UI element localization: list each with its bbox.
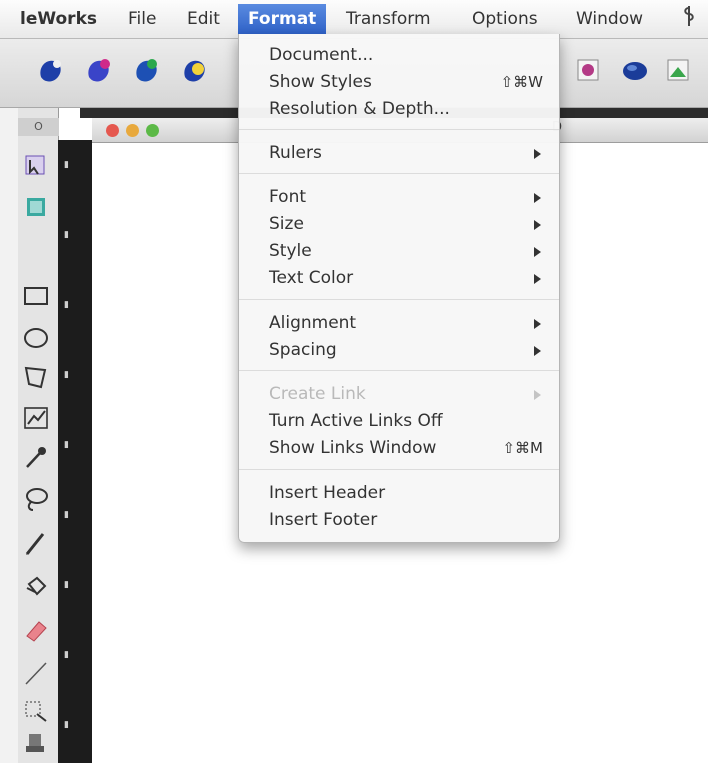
menu-item-size[interactable]: Size [239, 211, 559, 237]
menu-separator [239, 299, 559, 300]
stamp-icon[interactable] [21, 728, 51, 758]
submenu-arrow-icon [534, 319, 541, 329]
file-thumbnail[interactable]: ▮ [64, 230, 92, 246]
menu-item-document[interactable]: Document... [239, 42, 559, 68]
menu-options[interactable]: Options [472, 6, 538, 32]
line-icon[interactable] [21, 658, 51, 688]
select-icon[interactable] [21, 150, 51, 180]
menu-item-label: Insert Header [269, 483, 386, 503]
submenu-arrow-icon [534, 247, 541, 257]
oval-icon[interactable] [21, 322, 51, 352]
menu-item-label: Size [269, 214, 304, 234]
menu-item-text-color[interactable]: Text Color [239, 265, 559, 291]
menu-item-spacing[interactable]: Spacing [239, 337, 559, 363]
submenu-arrow-icon [534, 390, 541, 400]
rectangle-icon[interactable] [21, 280, 51, 310]
menu-item-label: Document... [269, 45, 374, 65]
tools-panel-header: O [18, 118, 59, 136]
pen-icon[interactable] [21, 528, 51, 558]
polygon-icon[interactable] [21, 362, 51, 392]
file-thumbnail[interactable]: ▮ [64, 580, 92, 596]
submenu-arrow-icon [534, 346, 541, 356]
menu-item-shortcut: ⇧⌘M [502, 439, 543, 457]
menu-item-rulers[interactable]: Rulers [239, 140, 559, 166]
menu-item-show-styles[interactable]: Show Styles ⇧⌘W [239, 69, 559, 95]
script-menu-icon[interactable] [680, 6, 698, 32]
menu-file[interactable]: File [128, 6, 156, 32]
paint-icon[interactable] [36, 55, 66, 85]
menu-item-label: Show Styles [269, 72, 372, 92]
menu-item-label: Spacing [269, 340, 337, 360]
image-icon[interactable] [620, 55, 650, 85]
paint-icon[interactable] [84, 55, 114, 85]
paint-icon[interactable] [180, 55, 210, 85]
minimize-window-button[interactable] [126, 124, 139, 137]
menu-item-shortcut: ⇧⌘W [500, 73, 543, 91]
menu-separator [239, 370, 559, 371]
submenu-arrow-icon [534, 274, 541, 284]
files-strip: ▮ ▮ ▮ ▮ ▮ ▮ ▮ ▮ ▮ [58, 140, 92, 763]
menu-app-name[interactable]: leWorks [20, 6, 97, 32]
tools-panel [18, 108, 59, 763]
zoom-window-button[interactable] [146, 124, 159, 137]
eyedropper-icon[interactable] [21, 442, 51, 472]
format-menu-dropdown: Document... Show Styles ⇧⌘W Resolution & De… [238, 34, 560, 543]
file-thumbnail[interactable]: ▮ [64, 370, 92, 386]
menu-item-insert-header[interactable]: Insert Header [239, 480, 559, 506]
menu-item-style[interactable]: Style [239, 238, 559, 264]
file-thumbnail[interactable]: ▮ [64, 650, 92, 666]
paint-icon[interactable] [132, 55, 162, 85]
menu-separator [239, 469, 559, 470]
menu-item-resolution-depth[interactable]: Resolution & Depth... [239, 96, 559, 122]
submenu-arrow-icon [534, 220, 541, 230]
menu-transform[interactable]: Transform [346, 6, 431, 32]
paint-bucket-icon[interactable] [21, 572, 51, 602]
menu-item-insert-footer[interactable]: Insert Footer [239, 507, 559, 533]
marquee-icon[interactable] [21, 696, 51, 726]
close-window-button[interactable] [106, 124, 119, 137]
menu-item-label: Insert Footer [269, 510, 378, 530]
submenu-arrow-icon [534, 149, 541, 159]
menu-item-label: Alignment [269, 313, 357, 333]
menu-item-show-links-window[interactable]: Show Links Window ⇧⌘M [239, 435, 559, 461]
lasso-icon[interactable] [21, 484, 51, 514]
menu-item-label: Show Links Window [269, 438, 437, 458]
menu-item-turn-active-links-off[interactable]: Turn Active Links Off [239, 408, 559, 434]
menu-item-label: Turn Active Links Off [269, 411, 443, 431]
menu-format[interactable]: Format [238, 4, 327, 34]
menu-item-label: Rulers [269, 143, 322, 163]
menu-separator [239, 173, 559, 174]
file-thumbnail[interactable]: ▮ [64, 720, 92, 736]
menu-window[interactable]: Window [576, 6, 643, 32]
image-icon[interactable] [574, 55, 604, 85]
submenu-arrow-icon [534, 193, 541, 203]
eraser-icon[interactable] [21, 614, 51, 644]
image-tool-icon[interactable] [21, 192, 51, 222]
file-thumbnail[interactable]: ▮ [64, 510, 92, 526]
menu-item-label: Style [269, 241, 312, 261]
file-thumbnail[interactable]: ▮ [64, 160, 92, 176]
file-thumbnail[interactable]: ▮ [64, 440, 92, 456]
menu-item-font[interactable]: Font [239, 184, 559, 210]
menu-item-create-link: Create Link [239, 381, 559, 407]
menu-item-label: Resolution & Depth... [269, 99, 450, 119]
chart-icon[interactable] [21, 402, 51, 432]
menu-separator [239, 129, 559, 130]
image-icon[interactable] [664, 55, 694, 85]
menu-item-label: Text Color [269, 268, 354, 288]
menu-item-label: Create Link [269, 384, 366, 404]
menu-item-label: Font [269, 187, 307, 207]
file-thumbnail[interactable]: ▮ [64, 300, 92, 316]
menu-edit[interactable]: Edit [187, 6, 220, 32]
menu-item-alignment[interactable]: Alignment [239, 310, 559, 336]
left-edge-strip [0, 108, 18, 763]
